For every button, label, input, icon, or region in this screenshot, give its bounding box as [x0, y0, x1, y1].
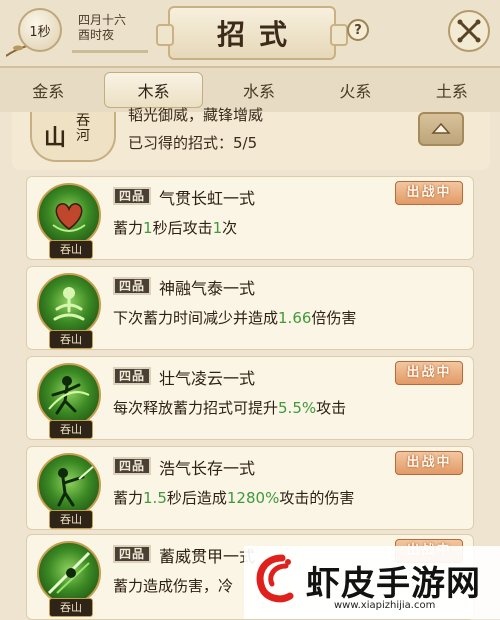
page-title: 招式 [156, 6, 348, 60]
top-header: 1秒 四月十六 酉时夜 招式 ? [0, 0, 500, 68]
swordsman-icon [57, 464, 96, 507]
help-button[interactable]: ? [347, 19, 369, 41]
skill-name: 浩气长存一式 [159, 459, 256, 478]
time-progress-bar [72, 50, 148, 53]
tab-metal[interactable]: 金系 [0, 68, 96, 112]
portrait-label: 吞山 [49, 598, 93, 617]
skill-name: 壮气凌云一式 [159, 369, 256, 388]
tab-earth[interactable]: 土系 [404, 68, 500, 112]
skill-card[interactable]: 吞山 四品 浩气长存一式 出战中 蓄力1.5秒后造成1280%攻击的伤害 [26, 446, 474, 530]
portrait-label: 吞山 [49, 330, 93, 349]
game-clock: 1秒 四月十六 酉时夜 [6, 8, 148, 57]
close-button[interactable] [448, 10, 490, 52]
status-badge: 出战中 [395, 361, 463, 385]
close-icon [457, 19, 481, 43]
emblem-main-glyph: 山 [44, 125, 67, 151]
portrait-label: 吞山 [49, 240, 93, 259]
skill-card[interactable]: 吞山 四品 神融气泰一式 下次蓄力时间减少并造成1.66倍伤害 [26, 266, 474, 350]
skill-description: 下次蓄力时间减少并造成1.66倍伤害 [113, 309, 357, 327]
strike-icon [47, 551, 91, 595]
skill-description: 每次释放蓄力招式可提升5.5%攻击 [113, 399, 347, 417]
skill-portrait [37, 273, 101, 337]
date-text: 四月十六 酉时夜 [78, 13, 126, 43]
skill-description: 蓄力1.5秒后造成1280%攻击的伤害 [113, 489, 355, 507]
skill-name: 蓄威贯甲一式 [159, 547, 256, 566]
school-emblem: 山 吞河 [30, 112, 116, 162]
grade-badge: 四品 [113, 545, 151, 563]
emblem-sub-glyphs: 吞河 [76, 113, 90, 144]
grade-badge: 四品 [113, 457, 151, 475]
skill-name: 气贯长虹一式 [159, 189, 256, 208]
status-badge: 出战中 [395, 181, 463, 205]
skill-portrait [37, 363, 101, 427]
tab-wood[interactable]: 木系 [104, 72, 203, 108]
school-info-panel: 山 吞河 韬光御威，藏锋增威 已习得的招式：5/5 [12, 106, 490, 170]
dancer-icon [48, 376, 90, 415]
skill-card[interactable]: 吞山 四品 壮气凌云一式 出战中 每次释放蓄力招式可提升5.5%攻击 [26, 356, 474, 440]
school-motto: 韬光御威，藏锋增威 [128, 106, 264, 124]
chevron-up-icon [431, 122, 451, 134]
date-line-1: 四月十六 [78, 13, 127, 27]
date-line-2: 酉时夜 [78, 28, 115, 42]
watermark-url: www.xiapizhijia.com [334, 600, 436, 611]
grade-badge: 四品 [113, 187, 151, 205]
meditation-icon [53, 287, 85, 321]
time-badge: 1秒 [18, 8, 62, 52]
watermark-title: 虾皮手游网 [306, 564, 481, 604]
grade-badge: 四品 [113, 367, 151, 385]
heart-icon [52, 203, 86, 232]
skill-name: 神融气泰一式 [159, 279, 256, 298]
skill-description: 蓄力1秒后攻击1次 [113, 219, 238, 237]
site-watermark: 虾皮手游网 www.xiapizhijia.com [244, 546, 500, 619]
grade-badge: 四品 [113, 277, 151, 295]
status-badge: 出战中 [395, 451, 463, 475]
skill-portrait [37, 541, 101, 605]
skill-description: 蓄力造成伤害，冷 [113, 577, 234, 595]
skill-portrait [37, 183, 101, 247]
collapse-button[interactable] [418, 112, 464, 146]
portrait-label: 吞山 [49, 510, 93, 529]
learned-count: 已习得的招式：5/5 [128, 134, 258, 152]
skill-card[interactable]: 吞山 四品 气贯长虹一式 出战中 蓄力1秒后攻击1次 [26, 176, 474, 260]
portrait-label: 吞山 [49, 420, 93, 439]
shrimp-logo-icon [256, 554, 294, 603]
tab-fire[interactable]: 火系 [307, 68, 403, 112]
skill-portrait [37, 453, 101, 517]
